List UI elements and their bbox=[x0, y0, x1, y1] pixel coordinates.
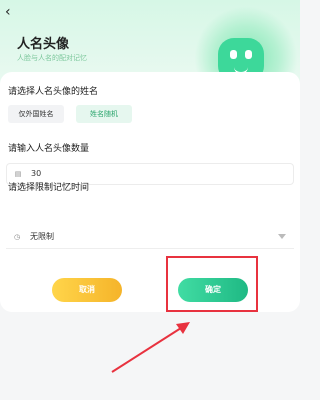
pointer-arrow-icon bbox=[111, 322, 190, 373]
